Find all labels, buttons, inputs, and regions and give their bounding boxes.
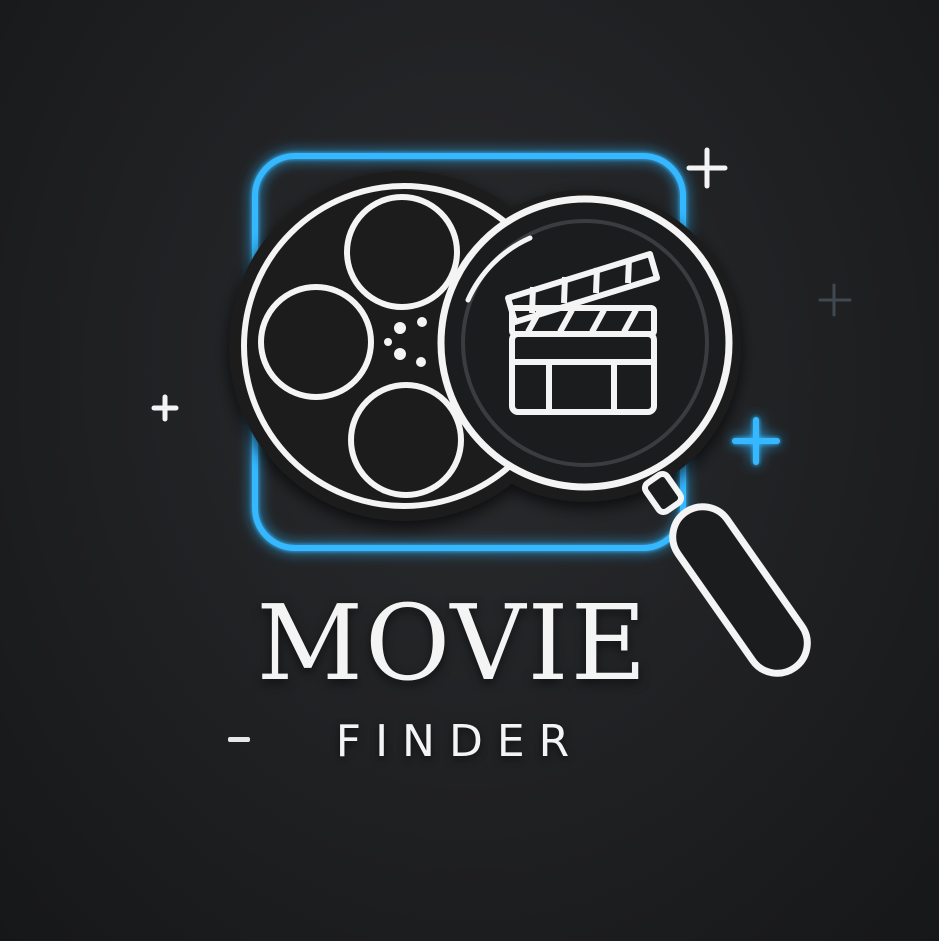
logo-title: MOVIE [256,582,649,704]
logo-emblem [151,147,852,677]
logo-canvas: MOVIE FINDER [0,0,939,941]
logo-subtitle: FINDER [335,716,584,767]
